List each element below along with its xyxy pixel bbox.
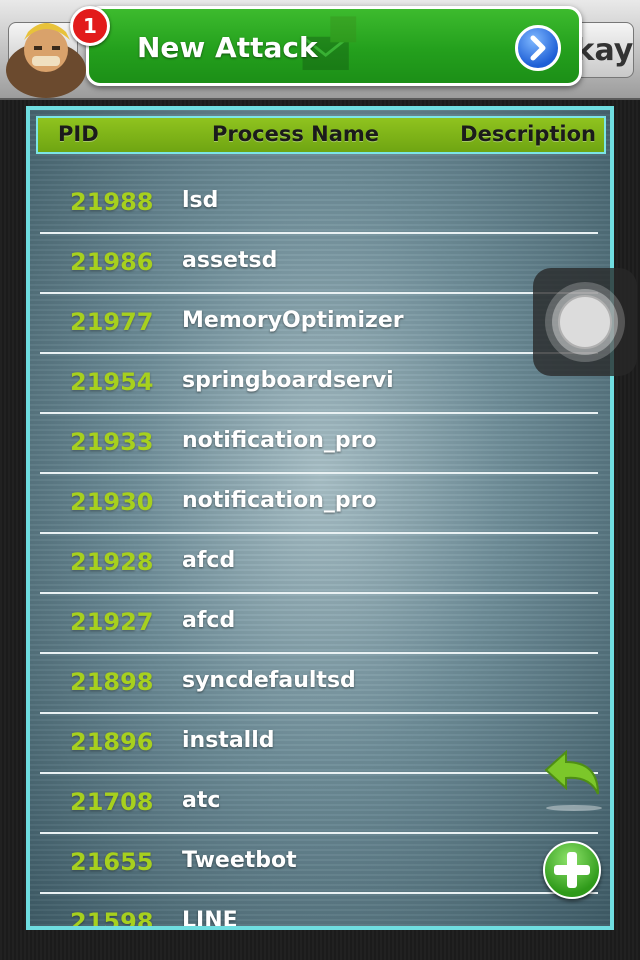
new-attack-notification[interactable]: New Attack	[86, 6, 582, 86]
pid-cell: 21986	[70, 248, 154, 276]
pid-cell: 21930	[70, 488, 154, 516]
process-name-cell: lsd	[182, 188, 219, 213]
table-row[interactable]: 21986 assetsd	[30, 234, 610, 294]
process-name-cell: assetsd	[182, 248, 278, 273]
notification-badge: 1	[70, 6, 110, 46]
table-row[interactable]: 21898 syncdefaultsd	[30, 654, 610, 714]
table-row[interactable]: 21988 lsd	[30, 174, 610, 234]
table-row[interactable]: 21598 LINE	[30, 894, 610, 930]
table-row[interactable]: 21655 Tweetbot	[30, 834, 610, 894]
pid-column-header[interactable]: PID	[58, 122, 99, 146]
pid-cell: 21933	[70, 428, 154, 456]
pid-cell: 21954	[70, 368, 154, 396]
process-name-cell: Tweetbot	[182, 848, 297, 873]
notification-title: New Attack	[137, 31, 318, 64]
process-name-cell: afcd	[182, 548, 236, 573]
pid-cell: 21977	[70, 308, 154, 336]
pid-cell: 21898	[70, 668, 154, 696]
process-name-cell: springboardservi	[182, 368, 394, 393]
assistive-touch-button[interactable]	[533, 268, 637, 376]
table-row[interactable]: 21954 springboardservi	[30, 354, 610, 414]
pid-cell: 21598	[70, 908, 154, 930]
pid-cell: 21655	[70, 848, 154, 876]
table-row[interactable]: 21977 MemoryOptimizer	[30, 294, 610, 354]
process-name-cell: LINE	[182, 908, 238, 930]
process-list-panel: PID Process Name Description 21988 lsd 219…	[26, 106, 614, 930]
table-row[interactable]: 21928 afcd	[30, 534, 610, 594]
process-name-cell: syncdefaultsd	[182, 668, 356, 693]
plus-icon	[554, 852, 590, 888]
table-header: PID Process Name Description	[36, 116, 606, 154]
process-name-cell: notification_pro	[182, 428, 377, 453]
process-name-cell: MemoryOptimizer	[182, 308, 404, 333]
process-name-cell: installd	[182, 728, 275, 753]
pid-cell: 21896	[70, 728, 154, 756]
add-button[interactable]	[543, 841, 601, 899]
assistive-touch-icon	[558, 295, 612, 349]
process-name-cell: afcd	[182, 608, 236, 633]
table-row[interactable]: 21933 notification_pro	[30, 414, 610, 474]
pid-cell: 21927	[70, 608, 154, 636]
table-row[interactable]: 21930 notification_pro	[30, 474, 610, 534]
pid-cell: 21988	[70, 188, 154, 216]
table-row[interactable]: 21708 atc	[30, 774, 610, 834]
chevron-right-icon[interactable]	[515, 25, 561, 71]
table-row[interactable]: 21927 afcd	[30, 594, 610, 654]
process-name-cell: notification_pro	[182, 488, 377, 513]
description-column-header[interactable]: Description	[460, 122, 596, 146]
pid-cell: 21708	[70, 788, 154, 816]
table-row[interactable]: 21896 installd	[30, 714, 610, 774]
process-list: 21988 lsd 21986 assetsd 21977 MemoryOptimizer…	[30, 174, 610, 930]
process-name-column-header[interactable]: Process Name	[212, 122, 379, 146]
back-arrow-icon[interactable]	[540, 748, 606, 814]
pid-cell: 21928	[70, 548, 154, 576]
process-name-cell: atc	[182, 788, 221, 813]
